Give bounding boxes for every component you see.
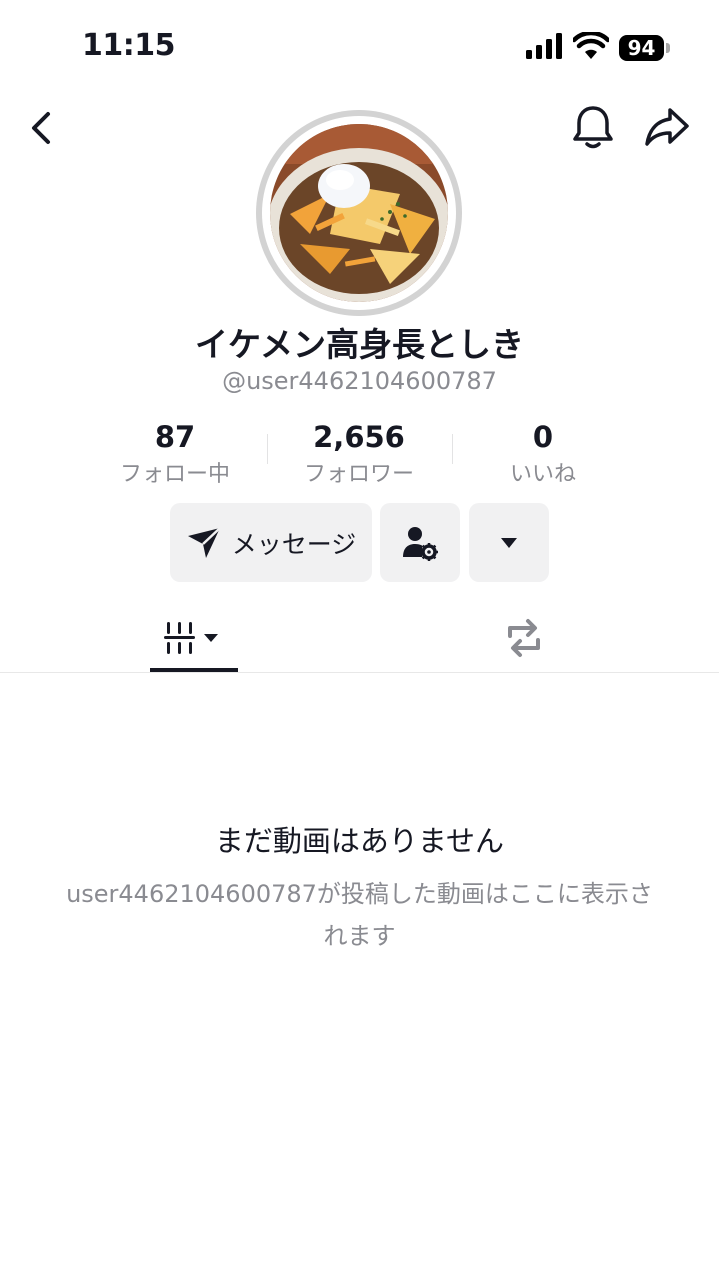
empty-state-title: まだ動画はありません — [214, 824, 505, 858]
stat-followers-value: 2,656 — [313, 420, 405, 454]
stat-following-value: 87 — [154, 420, 196, 454]
stat-followers-label: フォロワー — [303, 462, 414, 487]
stat-following-label: フォロー中 — [119, 462, 230, 487]
username: @user4462104600787 — [222, 367, 497, 395]
chevron-left-icon[interactable] — [24, 106, 64, 150]
message-button-label: メッセージ — [231, 529, 357, 559]
empty-state-description: user4462104600787が投稿した動画はここに表示されます — [66, 880, 653, 950]
tab-videos[interactable] — [150, 610, 238, 666]
message-button[interactable]: メッセージ — [170, 503, 372, 582]
repost-icon[interactable] — [500, 614, 548, 662]
stat-following[interactable]: 87 フォロー中 — [75, 420, 275, 488]
share-icon[interactable] — [643, 105, 691, 149]
bell-icon[interactable] — [570, 103, 616, 151]
follow-settings-button[interactable] — [380, 503, 460, 582]
battery-level: 94 — [619, 35, 664, 61]
more-options-button[interactable] — [469, 503, 549, 582]
cellular-signal-icon — [526, 33, 562, 59]
stat-followers[interactable]: 2,656 フォロワー — [259, 420, 459, 488]
stat-likes-label: いいね — [509, 462, 576, 487]
grid-bars-icon — [164, 622, 218, 654]
stat-likes[interactable]: 0 いいね — [443, 420, 643, 488]
status-time: 11:15 — [82, 28, 176, 63]
display-name: イケメン高身長としき — [194, 325, 524, 364]
battery-indicator: 94 — [619, 35, 671, 61]
tabs-divider — [0, 672, 719, 673]
send-icon — [187, 526, 221, 558]
stat-likes-value: 0 — [532, 420, 554, 454]
caret-down-icon — [501, 537, 517, 548]
battery-tip — [666, 43, 670, 53]
person-gear-icon — [403, 526, 438, 561]
avatar[interactable] — [270, 124, 448, 302]
wifi-icon — [573, 32, 609, 59]
